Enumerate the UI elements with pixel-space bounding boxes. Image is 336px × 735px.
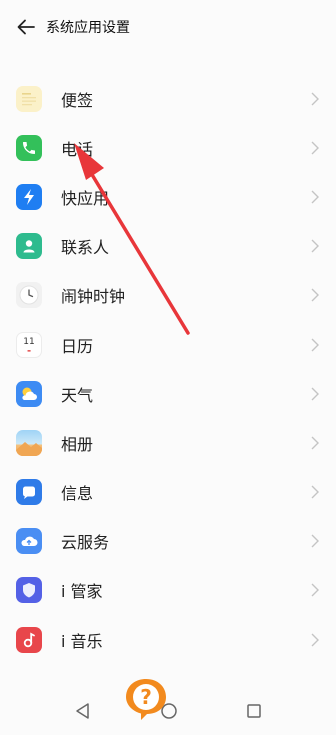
list-item-label: 相册: [61, 434, 94, 454]
list-item-label: 快应用: [61, 188, 110, 208]
cloud-service-icon: [16, 528, 42, 555]
i-manager-icon: [16, 577, 42, 604]
chevron-right-icon: [311, 387, 319, 401]
weather-icon: [16, 380, 42, 407]
nav-recent-icon[interactable]: [243, 700, 265, 722]
help-symbol: ?: [140, 685, 152, 709]
app-list: 便签 电话 快应用 联系人 闹钟时钟 11 ▬ 日历 天气 相册 信息 云服务 …: [0, 74, 336, 664]
list-item-label: i 管家: [61, 582, 103, 602]
list-item-i-music[interactable]: i 音乐: [0, 615, 336, 664]
chevron-right-icon: [311, 485, 319, 499]
header: 系统应用设置: [0, 0, 336, 54]
chevron-right-icon: [311, 190, 319, 204]
quick-app-icon: [16, 183, 42, 210]
help-icon[interactable]: ?: [123, 676, 169, 722]
chevron-right-icon: [311, 141, 319, 155]
messages-icon: [16, 479, 42, 506]
list-item-phone[interactable]: 电话: [0, 123, 336, 172]
list-item-label: 日历: [61, 336, 94, 356]
notes-icon: [16, 85, 42, 112]
chevron-right-icon: [311, 288, 319, 302]
list-item-messages[interactable]: 信息: [0, 468, 336, 517]
list-item-cloud-service[interactable]: 云服务: [0, 517, 336, 566]
contacts-icon: [16, 233, 42, 260]
list-item-label: 便签: [61, 90, 94, 110]
list-item-calendar[interactable]: 11 ▬ 日历: [0, 320, 336, 369]
list-item-notes[interactable]: 便签: [0, 74, 336, 123]
calendar-day: 11: [23, 337, 35, 348]
chevron-right-icon: [311, 583, 319, 597]
settings-screen: 系统应用设置 便签 电话 快应用 联系人 闹钟时钟 11 ▬ 日历 天气 相册 …: [0, 0, 336, 735]
phone-icon: [16, 134, 42, 161]
chevron-right-icon: [311, 338, 319, 352]
clock-icon: [16, 282, 42, 309]
nav-back-icon[interactable]: [72, 700, 94, 722]
list-item-label: 信息: [61, 484, 94, 504]
list-item-label: 电话: [61, 139, 94, 159]
chevron-right-icon: [311, 633, 319, 647]
list-item-i-manager[interactable]: i 管家: [0, 566, 336, 615]
list-item-weather[interactable]: 天气: [0, 369, 336, 418]
chevron-right-icon: [311, 239, 319, 253]
list-item-label: 云服务: [61, 533, 110, 553]
list-item-label: i 音乐: [61, 631, 103, 651]
list-item-clock[interactable]: 闹钟时钟: [0, 271, 336, 320]
list-item-label: 天气: [61, 385, 94, 405]
page-title: 系统应用设置: [46, 20, 130, 36]
back-button[interactable]: [16, 17, 36, 37]
calendar-icon: 11 ▬: [16, 331, 42, 358]
arrow-left-icon: [17, 19, 35, 35]
i-music-icon: [16, 626, 42, 653]
list-item-label: 闹钟时钟: [61, 287, 126, 307]
album-icon: [16, 429, 42, 456]
chevron-right-icon: [311, 534, 319, 548]
list-item-quick-app[interactable]: 快应用: [0, 172, 336, 221]
chevron-right-icon: [311, 92, 319, 106]
chevron-right-icon: [311, 436, 319, 450]
list-item-contacts[interactable]: 联系人: [0, 222, 336, 271]
list-item-label: 联系人: [61, 238, 110, 258]
list-item-album[interactable]: 相册: [0, 418, 336, 467]
